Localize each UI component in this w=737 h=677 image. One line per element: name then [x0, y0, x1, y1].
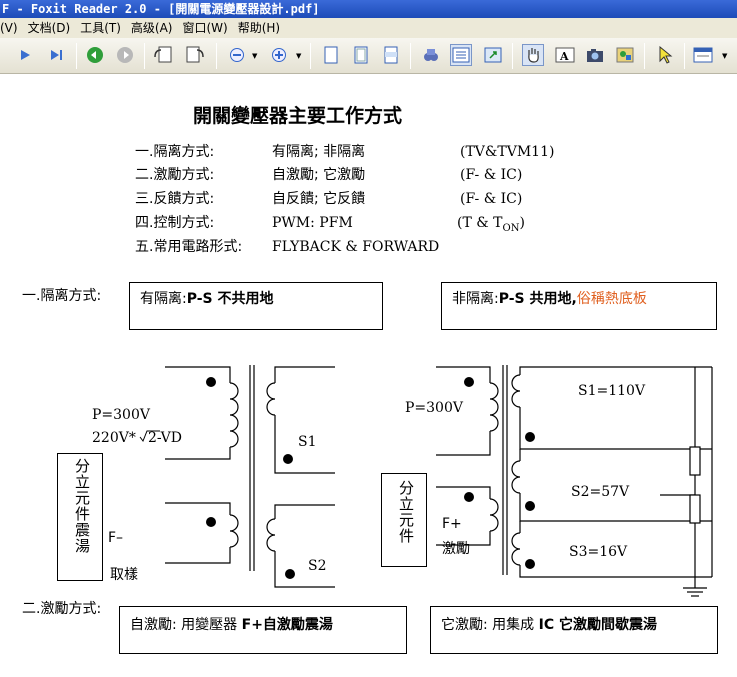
left-input-voltage-a: 220V*: [92, 430, 136, 446]
last-page-icon[interactable]: [46, 44, 68, 66]
section2-self-excite-box: 自激勵: 用變壓器 F+自激勵震湯: [119, 606, 407, 654]
menu-window[interactable]: 窗口(W): [176, 18, 231, 38]
left-discrete-oscillator-label: 分立元件震湯: [73, 458, 91, 554]
list-label-isolation: 一.隔离方式:: [135, 144, 215, 160]
play-icon[interactable]: [14, 44, 36, 66]
find-icon[interactable]: [420, 44, 442, 66]
nonisolated-text: 非隔离:P-S 共用地,俗稱熱底板: [452, 291, 647, 307]
ic-excite-text: 它激勵: 用集成 IC 它激勵間歇震湯: [441, 617, 657, 633]
fullscreen-icon[interactable]: [482, 44, 504, 66]
list-note-feedback: (F- & IC): [460, 191, 523, 207]
left-s2-label: S2: [308, 558, 327, 574]
fit-page-icon[interactable]: [350, 44, 372, 66]
menu-bar: (V) 文档(D) 工具(T) 高级(A) 窗口(W) 帮助(H): [0, 18, 737, 38]
menu-document[interactable]: 文档(D): [22, 18, 75, 38]
list-value-excitation: 自激勵; 它激勵: [272, 167, 366, 183]
rotate-right-icon[interactable]: [184, 44, 206, 66]
page-heading: 開關變壓器主要工作方式: [193, 105, 403, 127]
right-excite-label: 激勵: [442, 541, 470, 557]
list-value-isolation: 有隔离; 非隔离: [272, 144, 366, 160]
title-bar: F - Foxit Reader 2.0 - [開關電源變壓器設計.pdf]: [0, 0, 737, 18]
menu-view[interactable]: (V): [0, 18, 22, 38]
right-p-voltage: P=300V: [405, 400, 463, 416]
menu-advanced[interactable]: 高级(A): [125, 18, 177, 38]
list-value-circuit: FLYBACK & FORWARD: [272, 239, 440, 255]
isolated-text: 有隔离:P-S 不共用地: [140, 291, 274, 307]
back-icon[interactable]: [84, 44, 106, 66]
fit-width-icon[interactable]: [380, 44, 402, 66]
right-discrete-label: 分立元件: [397, 480, 415, 544]
snapshot-icon[interactable]: [584, 44, 606, 66]
left-input-voltage-b: 2-VD: [148, 430, 182, 446]
right-discrete-box: 分立元件: [381, 473, 427, 567]
left-s1-label: S1: [298, 434, 317, 450]
right-f-plus: F+: [442, 516, 462, 532]
rotate-left-icon[interactable]: [152, 44, 174, 66]
image-tool-icon[interactable]: [614, 44, 636, 66]
list-value-control: PWM: PFM: [272, 215, 353, 231]
section1-label: 一.隔离方式:: [22, 288, 102, 304]
forward-icon[interactable]: [114, 44, 136, 66]
text-select-icon[interactable]: A: [554, 44, 576, 66]
list-value-feedback: 自反饋; 它反饋: [272, 191, 366, 207]
right-s3-voltage: S3=16V: [569, 544, 628, 560]
section1-isolated-box: 有隔离:P-S 不共用地: [129, 282, 383, 330]
menu-tools[interactable]: 工具(T): [74, 18, 125, 38]
transformer-circuit-diagram: [139, 365, 713, 597]
svg-text:A: A: [559, 50, 569, 63]
continuous-icon[interactable]: [450, 44, 472, 66]
document-page: 開關變壓器主要工作方式 一.隔离方式: 有隔离; 非隔离 (TV&TVM11) …: [0, 75, 737, 677]
list-label-control: 四.控制方式:: [135, 215, 215, 231]
zoom-out-icon[interactable]: [226, 44, 248, 66]
left-sampling-label: 取樣: [110, 567, 138, 583]
list-label-feedback: 三.反饋方式:: [135, 191, 215, 207]
list-note-control: (T & TON): [457, 215, 525, 234]
self-excite-text: 自激勵: 用變壓器 F+自激勵震湯: [130, 617, 333, 633]
menu-help[interactable]: 帮助(H): [232, 18, 284, 38]
select-arrow-icon[interactable]: [654, 44, 676, 66]
section2-ic-excite-box: 它激勵: 用集成 IC 它激勵間歇震湯: [430, 606, 718, 654]
list-label-circuit: 五.常用電路形式:: [135, 239, 243, 255]
section1-nonisolated-box: 非隔离:P-S 共用地,俗稱熱底板: [441, 282, 717, 330]
annotation-icon[interactable]: [692, 44, 714, 66]
list-note-excitation: (F- & IC): [460, 167, 523, 183]
hand-tool-icon[interactable]: [522, 44, 544, 66]
right-s1-voltage: S1=110V: [578, 383, 646, 399]
list-note-isolation: (TV&TVM11): [460, 144, 555, 160]
left-discrete-oscillator-box: 分立元件震湯: [57, 453, 103, 581]
zoom-in-icon[interactable]: [268, 44, 290, 66]
section2-label: 二.激勵方式:: [22, 601, 102, 617]
actual-size-icon[interactable]: [320, 44, 342, 66]
left-f-minus: F–: [108, 530, 124, 546]
right-s2-voltage: S2=57V: [571, 484, 630, 500]
toolbar: ▼ ▼ A ▼: [0, 38, 737, 74]
list-label-excitation: 二.激勵方式:: [135, 167, 215, 183]
window-title: F - Foxit Reader 2.0 - [開關電源變壓器設計.pdf]: [2, 2, 320, 16]
left-p-voltage: P=300V: [92, 407, 150, 423]
